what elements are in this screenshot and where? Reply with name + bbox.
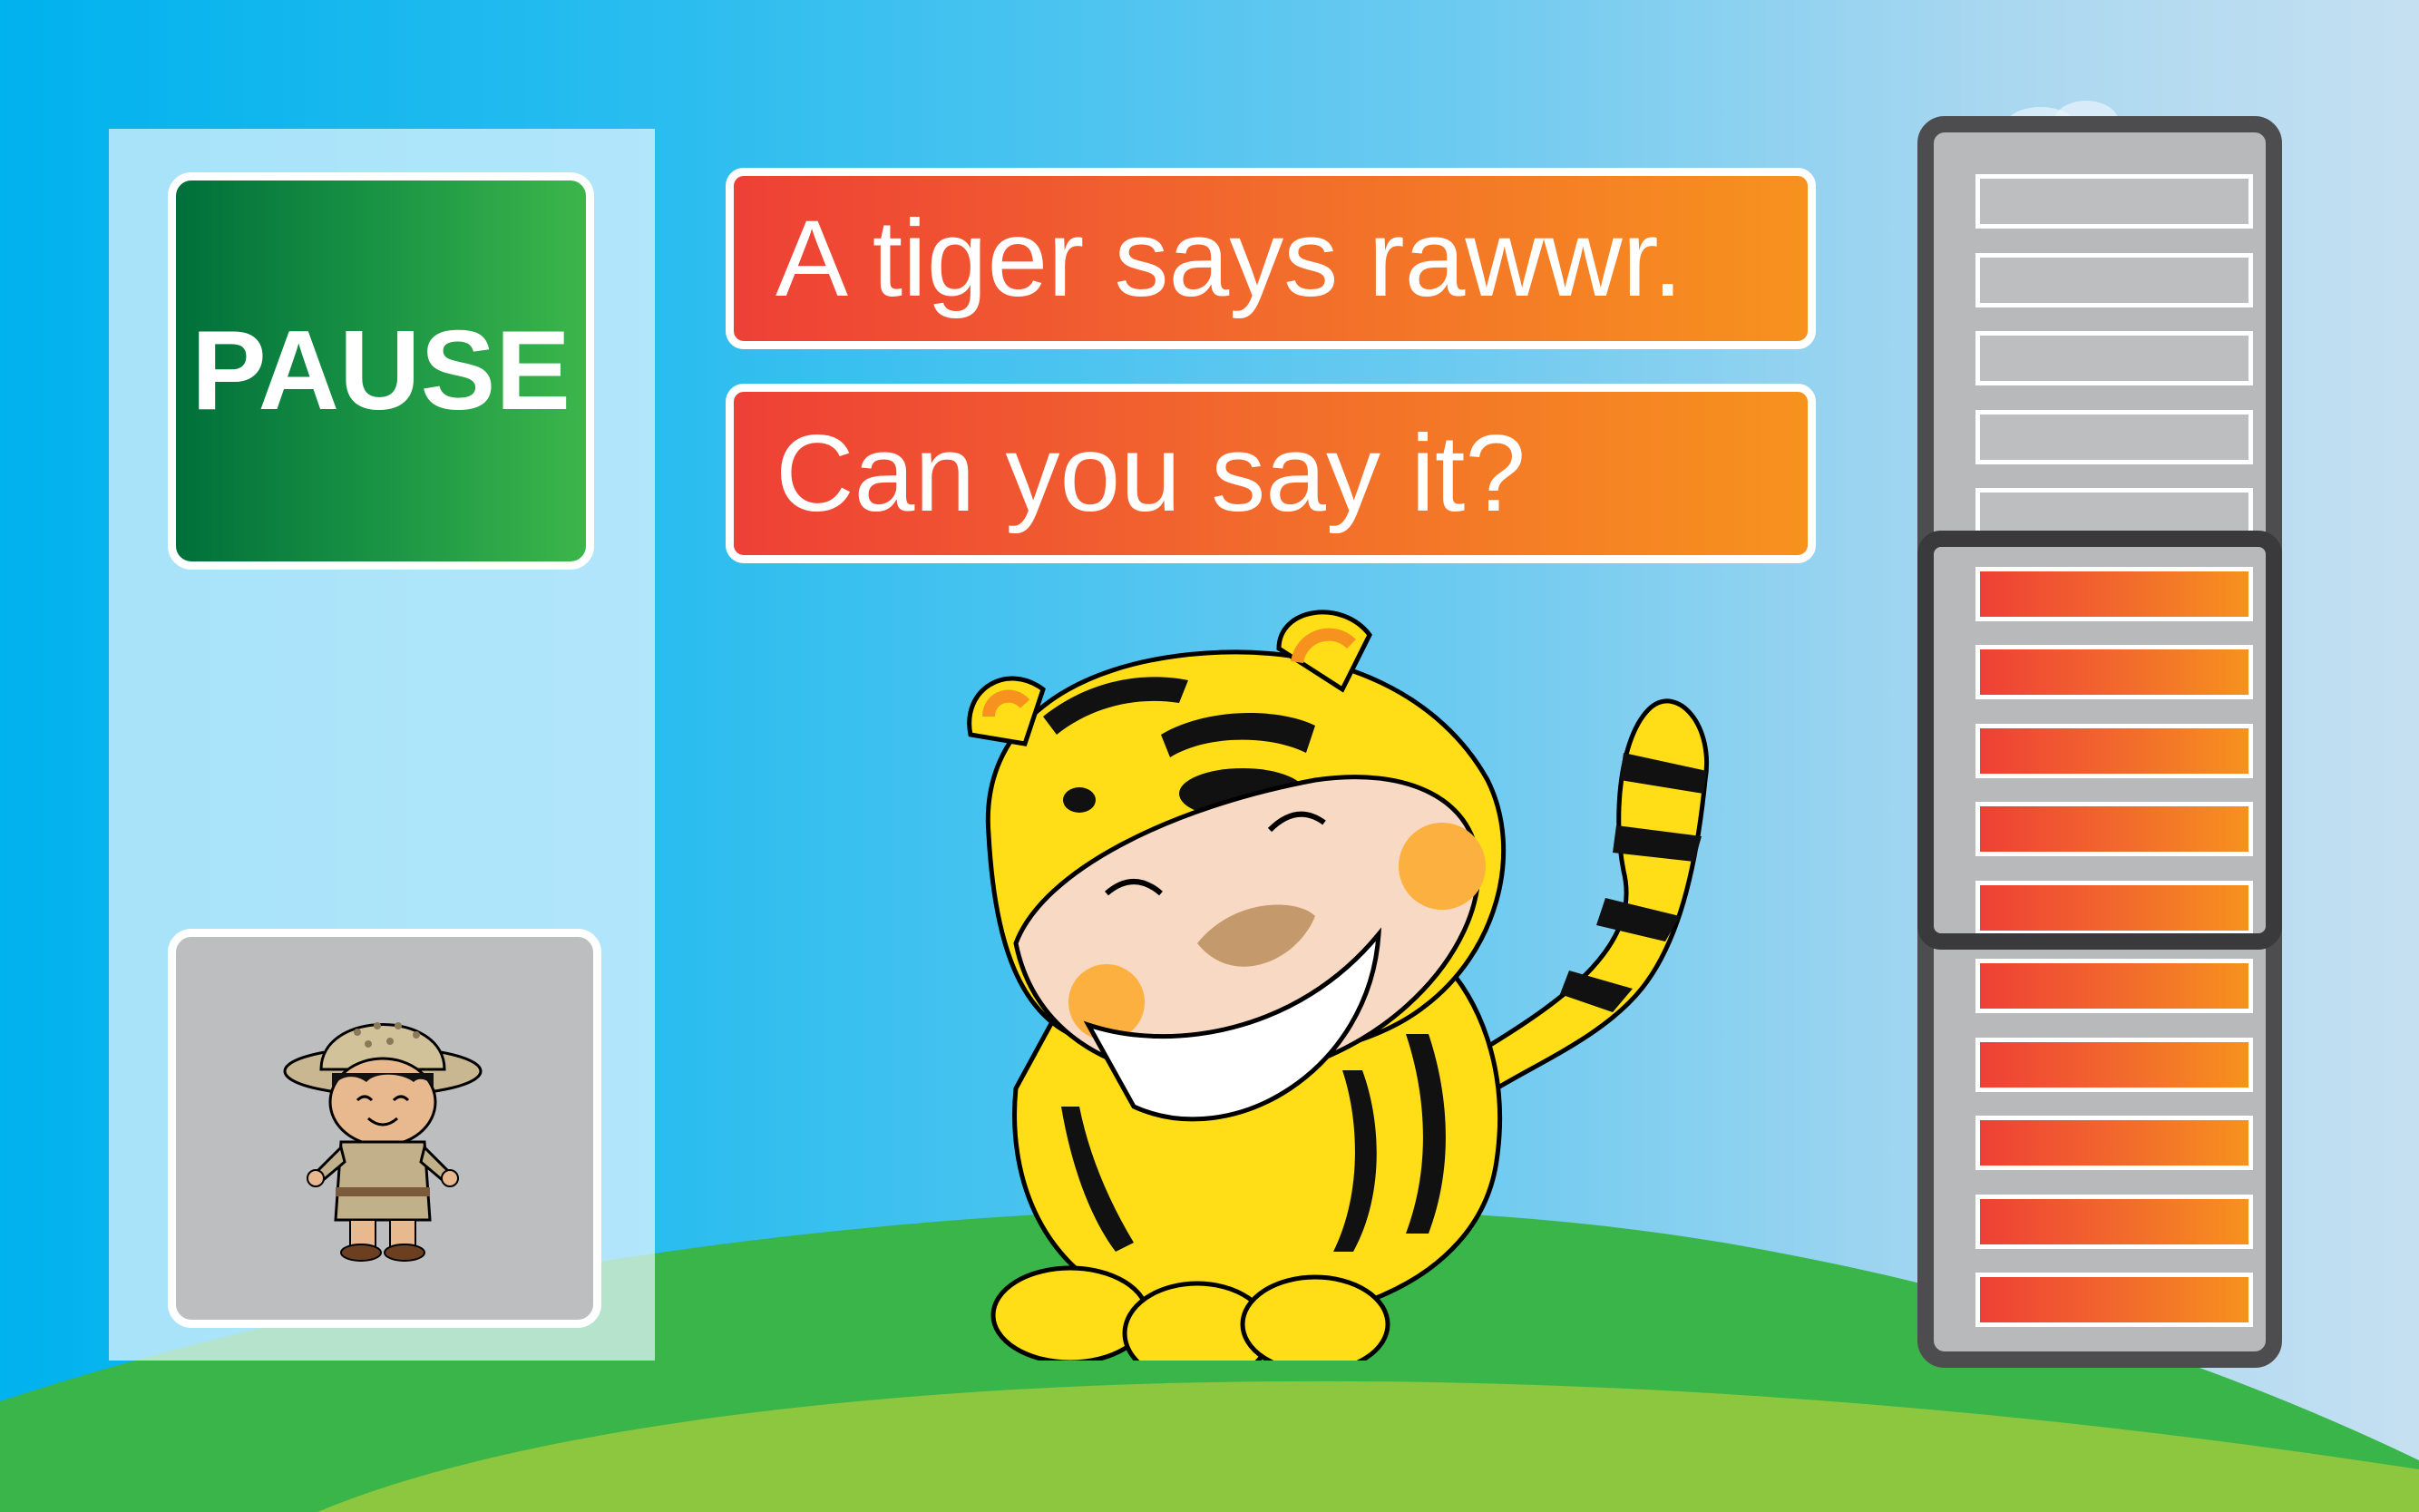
meter-segment-filled: [1975, 959, 2253, 1013]
meter-segment-filled: [1975, 1037, 2253, 1092]
safari-explorer-kid-icon: [283, 1022, 483, 1262]
meter-segment-empty: [1975, 488, 2253, 542]
meter-segment-empty: [1975, 174, 2253, 229]
voice-volume-meter: [1917, 116, 2282, 1368]
pause-button[interactable]: PAUSE: [168, 172, 594, 570]
meter-segment-empty: [1975, 409, 2253, 464]
prompt-banner-line-2: Can you say it?: [726, 384, 1816, 563]
prompt-text-2: Can you say it?: [775, 413, 1527, 534]
meter-segment-filled: [1975, 880, 2253, 935]
meter-segment-filled: [1975, 723, 2253, 778]
meter-segment-filled: [1975, 1116, 2253, 1170]
meter-segments: [1934, 132, 2266, 1351]
meter-segment-filled: [1975, 645, 2253, 699]
player-avatar-card[interactable]: [168, 929, 601, 1328]
meter-segment-filled: [1975, 566, 2253, 621]
meter-segment-filled: [1975, 802, 2253, 856]
game-scene: PAUSE A tiger says rawwr. Can you say it…: [0, 0, 2419, 1512]
prompt-banner-line-1: A tiger says rawwr.: [726, 168, 1816, 349]
prompt-text-1: A tiger says rawwr.: [775, 198, 1683, 319]
pause-button-label: PAUSE: [190, 308, 571, 434]
meter-segment-filled: [1975, 1194, 2253, 1249]
tiger-costume-kid-icon: [967, 610, 1709, 1361]
meter-segment-empty: [1975, 252, 2253, 307]
meter-segment-empty: [1975, 331, 2253, 385]
meter-segment-filled: [1975, 1273, 2253, 1327]
